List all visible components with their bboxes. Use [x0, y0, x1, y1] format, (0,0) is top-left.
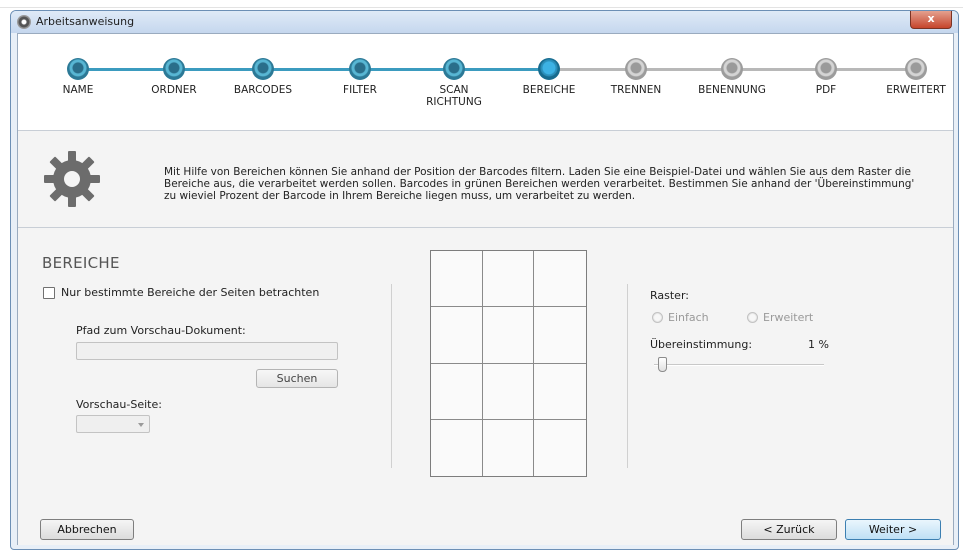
gear-icon — [44, 151, 100, 207]
grid-cell[interactable] — [483, 419, 535, 476]
divider — [391, 284, 392, 468]
radio-einfach-label: Einfach — [668, 311, 709, 324]
next-button[interactable]: Weiter > — [845, 519, 941, 540]
grid-cell[interactable] — [534, 364, 586, 420]
step-label-barcodes: BARCODES — [233, 84, 293, 96]
dialog-window: Arbeitsanweisung x NAME ORDNER BARCODES … — [10, 10, 959, 550]
cancel-button[interactable]: Abbrechen — [40, 519, 134, 540]
chevron-down-icon — [138, 423, 144, 427]
uebereinstimmung-slider[interactable] — [654, 364, 824, 366]
step-label-trennen: TRENNEN — [610, 84, 662, 96]
info-panel: Mit Hilfe von Bereichen können Sie anhan… — [18, 131, 953, 227]
grid-cell[interactable] — [534, 307, 586, 364]
app-gear-icon — [17, 15, 31, 29]
nur-bereiche-checkbox-row[interactable]: Nur bestimmte Bereiche der Seiten betrac… — [43, 286, 319, 299]
title-bar: Arbeitsanweisung x — [11, 11, 958, 33]
progress-line-completed — [78, 68, 548, 71]
step-label-pdf: PDF — [815, 84, 837, 96]
step-label-benennung: BENENNUNG — [698, 84, 766, 96]
window-title: Arbeitsanweisung — [36, 15, 135, 28]
raster-grid — [430, 250, 587, 477]
wizard-steps: NAME ORDNER BARCODES FILTER SCAN RICHTUN… — [18, 34, 953, 130]
step-label-bereiche: BEREICHE — [522, 84, 576, 96]
grid-cell[interactable] — [482, 307, 535, 364]
dialog-client-area: NAME ORDNER BARCODES FILTER SCAN RICHTUN… — [17, 33, 954, 545]
step-node-barcodes[interactable] — [252, 58, 274, 80]
step-node-erweitert[interactable] — [905, 58, 927, 80]
suchen-button[interactable]: Suchen — [256, 369, 338, 388]
step-node-benennung[interactable] — [721, 58, 743, 80]
pfad-input[interactable] — [76, 342, 338, 360]
raster-label: Raster: — [650, 289, 689, 302]
step-label-erweitert: ERWEITERT — [886, 84, 946, 96]
step-node-ordner[interactable] — [163, 58, 185, 80]
step-node-pdf[interactable] — [815, 58, 837, 80]
step-node-name[interactable] — [67, 58, 89, 80]
step-label-filter: FILTER — [343, 84, 377, 96]
step-node-bereiche[interactable] — [538, 58, 560, 80]
nur-bereiche-checkbox[interactable] — [43, 286, 55, 299]
step-label-ordner: ORDNER — [151, 84, 197, 96]
uebereinstimmung-label: Übereinstimmung: — [650, 338, 753, 351]
uebereinstimmung-value: 1 % — [808, 338, 829, 351]
grid-cell[interactable] — [482, 363, 535, 420]
vorschau-seite-label: Vorschau-Seite: — [76, 398, 162, 411]
pfad-label: Pfad zum Vorschau-Dokument: — [76, 324, 246, 337]
radio-button[interactable] — [747, 312, 758, 323]
back-button[interactable]: < Zurück — [741, 519, 837, 540]
radio-erweitert[interactable]: Erweitert — [747, 311, 813, 324]
nur-bereiche-label: Nur bestimmte Bereiche der Seiten betrac… — [61, 286, 320, 299]
grid-cell[interactable] — [431, 307, 483, 364]
step-node-scan-richtung[interactable] — [443, 58, 465, 80]
section-title: BEREICHE — [42, 254, 120, 272]
grid-cell[interactable] — [431, 363, 483, 420]
radio-einfach[interactable]: Einfach — [652, 311, 709, 324]
divider — [627, 284, 628, 468]
background-strip — [0, 0, 963, 8]
close-button[interactable]: x — [910, 11, 952, 29]
info-text: Mit Hilfe von Bereichen können Sie anhan… — [164, 166, 915, 202]
footer: Abbrechen < Zurück Weiter > — [18, 514, 953, 545]
grid-cell[interactable] — [534, 251, 586, 308]
bereiche-panel: BEREICHE Nur bestimmte Bereiche der Seit… — [18, 228, 953, 514]
step-node-filter[interactable] — [349, 58, 371, 80]
radio-erweitert-label: Erweitert — [763, 311, 814, 324]
grid-cell[interactable] — [431, 251, 483, 308]
step-label-name: NAME — [62, 84, 94, 96]
grid-cell[interactable] — [431, 419, 483, 476]
vorschau-seite-select[interactable] — [76, 415, 150, 433]
slider-thumb[interactable] — [658, 357, 667, 372]
radio-button[interactable] — [652, 312, 663, 323]
step-node-trennen[interactable] — [625, 58, 647, 80]
grid-cell[interactable] — [534, 420, 586, 476]
step-label-scan-richtung: SCAN RICHTUNG — [426, 84, 482, 108]
grid-cell[interactable] — [482, 251, 535, 308]
